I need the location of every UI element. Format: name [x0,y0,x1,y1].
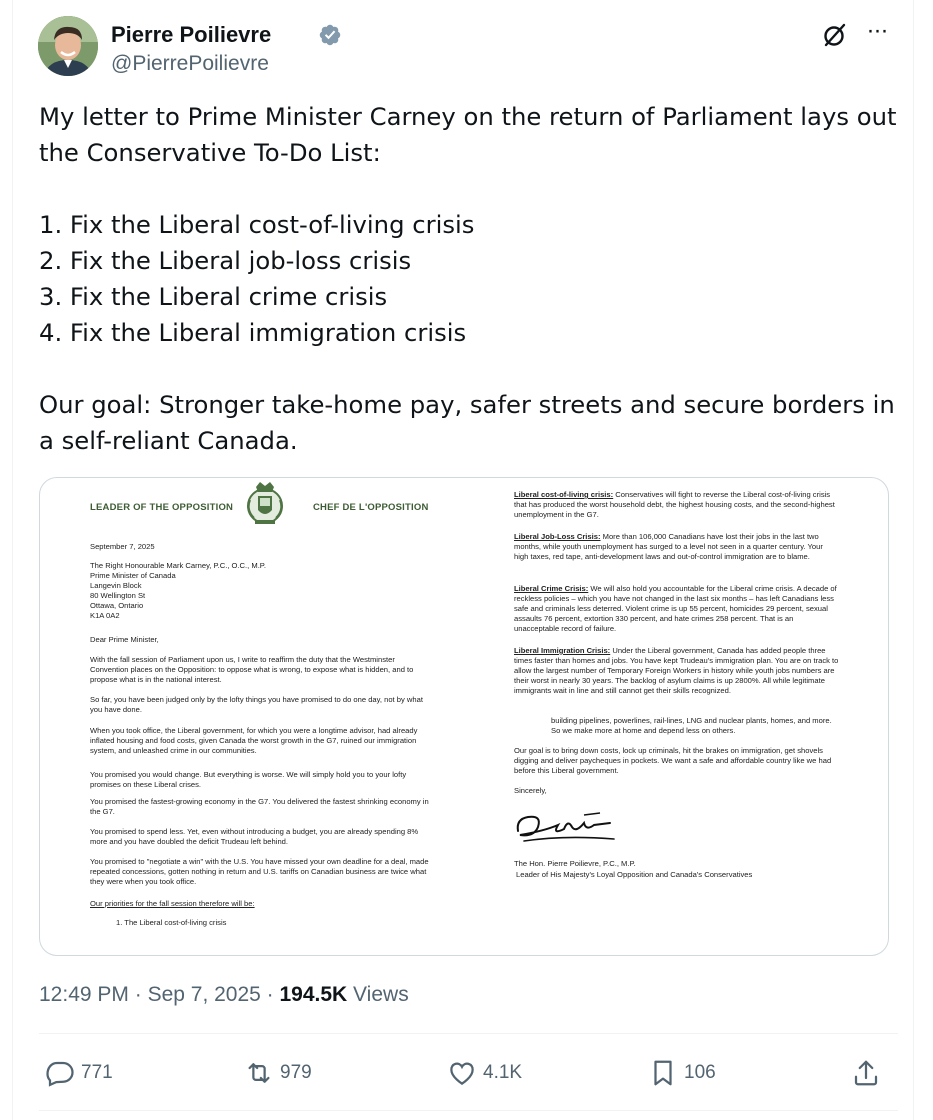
letter-paragraph: When you took office, the Liberal govern… [90,726,418,755]
letter-priority-item: 1. The Liberal cost-of-living crisis [116,918,227,927]
more-options-icon[interactable]: ··· [864,19,890,46]
repost-icon [248,1063,270,1083]
heart-icon [450,1062,474,1085]
author-name[interactable]: Pierre Poilievre [111,22,271,48]
action-bar: 771 979 4.1K 106 [39,1051,898,1095]
letter-section-crime: Liberal Crime Crisis: We will also hold … [514,584,839,634]
letter-paragraph: You promised you would change. But every… [90,770,407,789]
letter-paragraph: So far, you have been judged only by the… [90,695,423,714]
letter-image: LEADER OF THE OPPOSITION CHEF DE L'OPPOS… [40,478,888,955]
letter-paragraph: Our goal is to bring down costs, lock up… [514,746,832,775]
meta-separator: · [260,983,280,1006]
verified-badge-icon [319,24,341,46]
letter-sign-title: Leader of His Majesty's Loyal Opposition… [516,870,753,879]
letter-paragraph: You promised to spend less. Yet, even wi… [90,827,419,846]
tweet-text: My letter to Prime Minister Carney on th… [39,102,897,455]
letter-paragraph: With the fall session of Parliament upon… [90,655,414,684]
tweet-meta: 12:49 PM · Sep 7, 2025 · 194.5K Views [39,983,409,1007]
tweet-header: Pierre Poilievre @PierrePoilievre ··· [38,16,898,80]
letter-address: The Right Honourable Mark Carney, P.C., … [90,561,266,620]
avatar[interactable] [38,16,98,76]
author-handle[interactable]: @PierrePoilievre [111,52,269,76]
section-heading: Liberal Job-Loss Crisis: [514,532,601,541]
letter-section-job-loss: Liberal Job-Loss Crisis: More than 106,0… [514,532,839,562]
views-label: Views [347,983,409,1006]
letter-section-cost-of-living: Liberal cost-of-living crisis: Conservat… [514,490,839,520]
letter-section-immigration: Liberal Immigration Crisis: Under the Li… [514,646,839,696]
section-heading: Liberal Crime Crisis: [514,584,589,593]
letter-priorities-heading: Our priorities for the fall session ther… [90,899,255,908]
reply-button[interactable]: 771 [45,1051,113,1095]
letter-date: September 7, 2025 [90,542,155,551]
meta-separator: · [128,983,148,1006]
letter-salutation: Dear Prime Minister, [90,635,159,644]
section-heading: Liberal Immigration Crisis: [514,646,611,655]
reply-icon [46,1061,74,1087]
share-button[interactable] [851,1051,887,1095]
bookmark-icon [654,1060,672,1086]
reply-count: 771 [81,1062,113,1083]
letter-paragraph: You promised to "negotiate a win" with t… [90,857,429,886]
repost-count: 979 [280,1062,312,1083]
signature-icon [516,812,615,842]
bookmark-count: 106 [684,1062,716,1083]
letter-closing: Sincerely, [514,786,547,795]
share-icon [854,1060,878,1086]
section-heading: Liberal cost-of-living crisis: [514,490,614,499]
grok-icon[interactable] [822,22,848,48]
repost-button[interactable]: 979 [244,1051,312,1095]
letterhead-left: LEADER OF THE OPPOSITION [90,502,234,513]
tweet-media-image[interactable]: LEADER OF THE OPPOSITION CHEF DE L'OPPOS… [39,477,889,956]
divider [39,1110,898,1111]
divider [39,1033,898,1034]
tweet-date[interactable]: Sep 7, 2025 [148,983,261,1006]
like-count: 4.1K [483,1062,523,1083]
like-button[interactable]: 4.1K [447,1051,522,1095]
letter-paragraph: You promised the fastest-growing economy… [90,797,429,816]
bookmark-button[interactable]: 106 [648,1051,716,1095]
letterhead-right: CHEF DE L'OPPOSITION [313,502,429,513]
view-count: 194.5K [279,983,348,1006]
letter-sign-name: The Hon. Pierre Poilievre, P.C., M.P. [514,859,636,868]
letter-paragraph: building pipelines, powerlines, rail-lin… [551,716,832,735]
coat-of-arms-icon [247,482,283,524]
tweet-time[interactable]: 12:49 PM [39,983,129,1006]
